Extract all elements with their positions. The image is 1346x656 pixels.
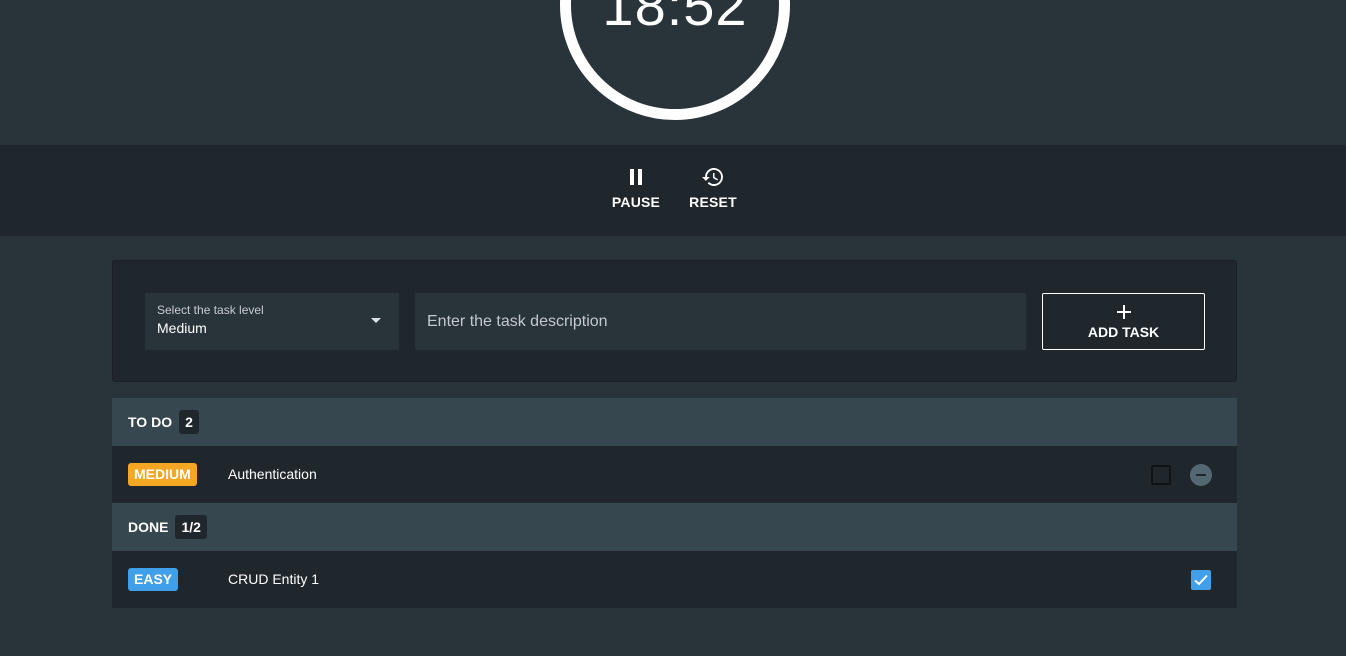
pause-button[interactable]: PAUSE <box>608 165 664 217</box>
task-level-badge: EASY <box>128 568 179 591</box>
task-title: CRUD Entity 1 <box>228 571 320 587</box>
checkmark-icon <box>1194 574 1208 586</box>
task-complete-checkbox[interactable] <box>1151 465 1171 485</box>
pause-label: PAUSE <box>611 194 661 210</box>
timer-controls-bar: PAUSE RESET <box>0 145 1346 236</box>
history-icon <box>701 165 725 189</box>
done-count-badge: 1/2 <box>175 515 207 539</box>
reset-button[interactable]: RESET <box>686 165 740 217</box>
add-task-button[interactable]: ADD TASK <box>1042 293 1205 350</box>
timer-area: 18:52 <box>0 0 1346 145</box>
done-title: DONE <box>128 519 169 535</box>
plus-icon <box>1116 304 1132 320</box>
task-description-input[interactable] <box>415 293 1026 350</box>
done-section-header: DONE 1/2 <box>112 503 1237 551</box>
task-level-select[interactable]: Select the task level Medium <box>145 293 399 350</box>
dropdown-caret-icon <box>371 318 381 323</box>
reset-label: RESET <box>689 194 737 210</box>
task-level-value: Medium <box>157 320 207 336</box>
minus-icon <box>1196 474 1206 476</box>
add-task-label: ADD TASK <box>1087 323 1160 340</box>
task-title: Authentication <box>228 466 317 482</box>
todo-title: TO DO <box>128 414 173 430</box>
todo-section-header: TO DO 2 <box>112 398 1237 446</box>
task-complete-checkbox[interactable] <box>1191 570 1211 590</box>
task-row: MEDIUM Authentication <box>112 446 1237 503</box>
timer-display: 18:52 <box>602 0 748 37</box>
task-level-label: Select the task level <box>157 303 264 317</box>
task-row: EASY CRUD Entity 1 <box>112 551 1237 608</box>
pause-icon <box>624 165 648 189</box>
todo-count-badge: 2 <box>179 410 200 434</box>
task-level-badge: MEDIUM <box>128 463 197 486</box>
remove-task-button[interactable] <box>1190 464 1212 486</box>
task-form-card: Select the task level Medium ADD TASK <box>112 260 1237 382</box>
